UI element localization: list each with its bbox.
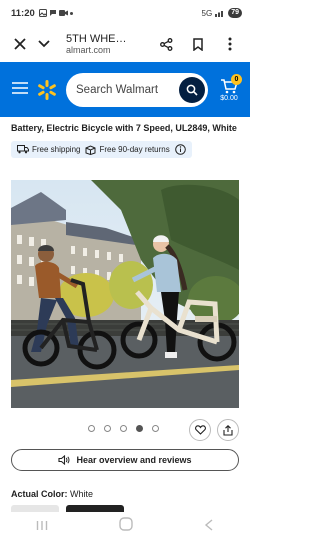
back-button[interactable]	[204, 518, 214, 536]
battery-indicator: 79	[228, 8, 242, 18]
free-returns: Free 90-day returns	[85, 144, 170, 155]
more-menu-button[interactable]	[218, 32, 242, 56]
share-button[interactable]	[154, 32, 178, 56]
bookmark-button[interactable]	[186, 32, 210, 56]
hear-overview-label: Hear overview and reviews	[76, 455, 192, 465]
heart-icon	[194, 425, 206, 435]
favorite-button[interactable]	[189, 419, 211, 441]
info-icon[interactable]	[174, 144, 186, 155]
search-input[interactable]: Search Walmart	[76, 84, 158, 96]
carousel-dot[interactable]	[120, 425, 127, 432]
chevron-down-icon	[38, 40, 50, 48]
share-upload-icon	[223, 424, 233, 436]
recents-icon	[36, 520, 47, 530]
page-info[interactable]: 5TH WHE… almart.com	[56, 33, 154, 55]
status-time: 11:20	[11, 7, 35, 19]
signal-icon	[215, 11, 224, 17]
more-notifications-dot	[69, 11, 73, 15]
image-notification-icon	[38, 9, 47, 17]
browser-toolbar: 5TH WHE… almart.com	[0, 26, 250, 62]
walmart-header: Search Walmart 0 $0.00	[0, 62, 250, 117]
notification-icons	[38, 9, 73, 17]
free-shipping: Free shipping	[17, 145, 80, 154]
shipping-info: Free shipping Free 90-day returns	[11, 141, 192, 158]
system-nav-bar	[0, 512, 250, 541]
walmart-spark-icon	[38, 79, 56, 100]
product-photo-ebike	[11, 180, 239, 408]
search-bar[interactable]: Search Walmart	[66, 72, 208, 107]
back-icon	[205, 518, 213, 531]
page-title: 5TH WHE…	[66, 33, 127, 45]
page-url: almart.com	[66, 45, 111, 55]
walmart-logo[interactable]	[36, 79, 58, 101]
carousel-dot[interactable]	[152, 425, 159, 432]
close-tab-button[interactable]	[8, 32, 32, 56]
hear-overview-button[interactable]: Hear overview and reviews	[11, 449, 239, 471]
browser-actions	[154, 32, 242, 56]
recent-apps-button[interactable]	[36, 518, 48, 536]
speaker-icon	[58, 455, 70, 465]
chat-notification-icon	[49, 10, 56, 16]
share-icon	[159, 37, 172, 51]
home-button[interactable]	[119, 517, 133, 536]
carousel-dot[interactable]	[136, 425, 143, 432]
free-shipping-label: Free shipping	[32, 145, 81, 154]
expand-button[interactable]	[32, 32, 56, 56]
search-button[interactable]	[179, 76, 205, 103]
video-notification-icon	[58, 10, 68, 16]
free-returns-label: Free 90-day returns	[99, 145, 170, 154]
share-product-button[interactable]	[217, 419, 239, 441]
actual-color-label: Actual Color:	[11, 489, 68, 499]
close-icon	[14, 38, 26, 50]
home-icon	[119, 517, 133, 531]
carousel-dot[interactable]	[88, 425, 95, 432]
search-icon	[186, 84, 198, 96]
cart-total: $0.00	[220, 94, 238, 102]
bookmark-icon	[193, 37, 203, 51]
status-bar: 11:20 5G 79	[0, 0, 250, 26]
network-label: 5G	[201, 8, 213, 18]
status-right: 5G 79	[202, 8, 242, 18]
status-left: 11:20	[11, 8, 73, 19]
carousel-controls	[0, 419, 250, 441]
cart-button[interactable]: 0 $0.00	[216, 73, 242, 102]
carousel-dots	[88, 425, 159, 432]
cart-count-badge: 0	[231, 73, 242, 85]
product-title: Battery, Electric Bicycle with 7 Speed, …	[11, 123, 237, 133]
more-vertical-icon	[228, 37, 232, 51]
actual-color-value: White	[70, 489, 94, 499]
carousel-dot[interactable]	[104, 425, 111, 432]
product-image[interactable]	[11, 180, 239, 408]
return-box-icon	[85, 144, 96, 155]
truck-icon	[17, 145, 29, 154]
menu-button[interactable]	[12, 81, 28, 99]
actual-color: Actual Color: White	[11, 489, 93, 499]
hamburger-icon	[12, 81, 28, 94]
